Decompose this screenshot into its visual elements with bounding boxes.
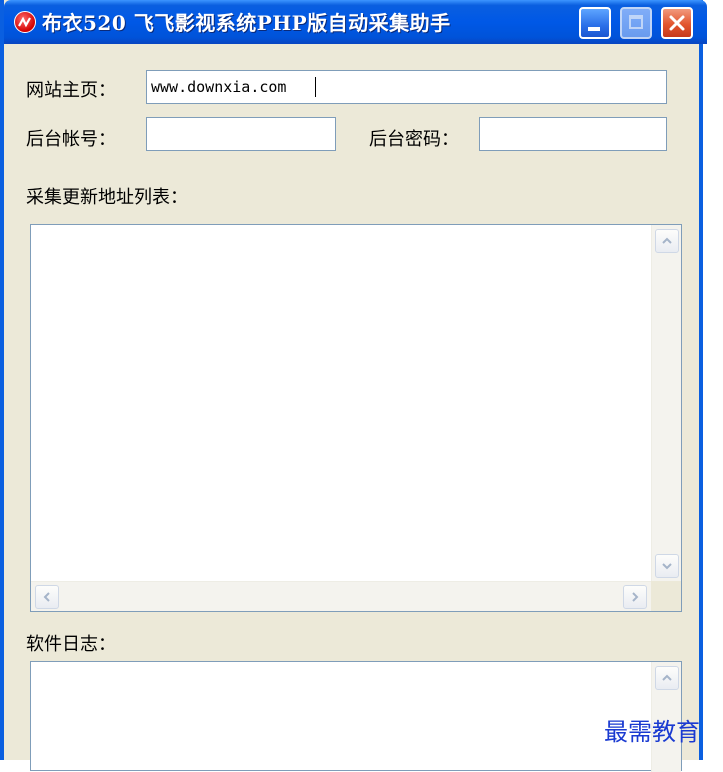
chevron-up-icon: [662, 674, 672, 681]
log-label: 软件日志：: [26, 634, 116, 655]
log-textarea[interactable]: [30, 661, 682, 772]
scroll-down-button[interactable]: [655, 554, 679, 578]
chevron-right-icon: [632, 592, 639, 602]
account-label: 后台帐号：: [26, 129, 116, 150]
app-icon[interactable]: [14, 11, 36, 33]
text-caret: [315, 77, 316, 97]
close-icon: [669, 15, 685, 31]
scroll-up-button[interactable]: [655, 229, 679, 253]
password-input[interactable]: [479, 117, 667, 151]
minimize-icon: [588, 27, 600, 31]
chevron-down-icon: [662, 563, 672, 570]
log-scroll-up-button[interactable]: [655, 666, 679, 690]
url-list-label: 采集更新地址列表：: [26, 187, 188, 208]
watermark-text: 最需教育: [604, 718, 700, 746]
account-input[interactable]: [146, 117, 336, 151]
homepage-label: 网站主页：: [26, 80, 116, 101]
close-button[interactable]: [661, 7, 693, 39]
chevron-up-icon: [662, 237, 672, 244]
homepage-input[interactable]: [146, 70, 667, 104]
scroll-right-button[interactable]: [623, 585, 647, 609]
app-window: 布衣520 飞飞影视系统PHP版自动采集助手 网站主页： 后台帐号： 后台密码：…: [0, 0, 707, 772]
chevron-left-icon: [43, 592, 50, 602]
url-list-horizontal-scrollbar[interactable]: [31, 581, 651, 611]
minimize-button[interactable]: [579, 7, 611, 39]
maximize-icon: [629, 15, 643, 29]
scroll-left-button[interactable]: [35, 585, 59, 609]
url-list-textarea[interactable]: [30, 224, 682, 612]
title-bar[interactable]: 布衣520 飞飞影视系统PHP版自动采集助手: [4, 0, 707, 44]
url-list-vertical-scrollbar[interactable]: [651, 225, 681, 582]
scrollbar-corner: [651, 581, 681, 611]
maximize-button[interactable]: [620, 7, 652, 39]
password-label: 后台密码：: [369, 129, 459, 150]
window-title: 布衣520 飞飞影视系统PHP版自动采集助手: [42, 11, 451, 35]
